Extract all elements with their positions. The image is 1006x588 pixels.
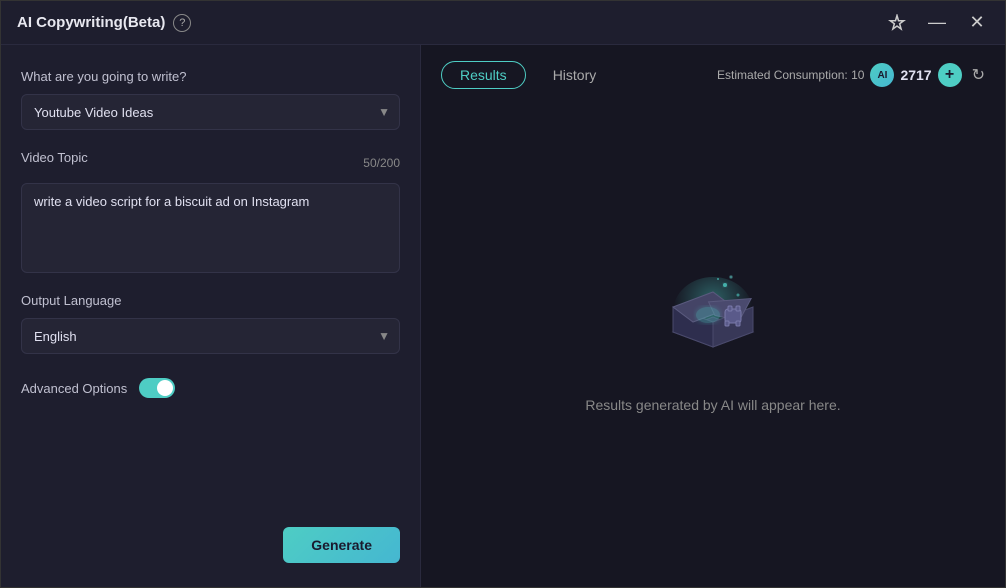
left-panel: What are you going to write? Youtube Vid… bbox=[1, 45, 421, 587]
empty-state-illustration bbox=[653, 267, 773, 377]
title-bar: AI Copywriting(Beta) ? — ✕ bbox=[1, 1, 1005, 45]
pin-button[interactable] bbox=[885, 11, 909, 35]
char-count: 50/200 bbox=[363, 156, 400, 170]
prompt-label: What are you going to write? bbox=[21, 69, 400, 84]
close-button[interactable]: ✕ bbox=[965, 11, 989, 35]
content-type-dropdown[interactable]: Youtube Video Ideas Blog Post Social Med… bbox=[21, 94, 400, 130]
language-wrapper: English Spanish French German Chinese ▼ bbox=[21, 318, 400, 354]
ai-badge: AI bbox=[870, 63, 894, 87]
add-credits-button[interactable]: + bbox=[938, 63, 962, 87]
language-dropdown[interactable]: English Spanish French German Chinese bbox=[21, 318, 400, 354]
generate-btn-wrapper: Generate bbox=[21, 507, 400, 563]
estimated-label: Estimated Consumption: 10 bbox=[717, 68, 864, 82]
generate-button[interactable]: Generate bbox=[283, 527, 400, 563]
credits-count: 2717 bbox=[900, 67, 931, 83]
advanced-options-label: Advanced Options bbox=[21, 381, 127, 396]
credits-info: Estimated Consumption: 10 AI 2717 + ↻ bbox=[717, 63, 985, 87]
results-tab[interactable]: Results bbox=[441, 61, 526, 89]
refresh-button[interactable]: ↻ bbox=[972, 65, 985, 85]
title-controls: — ✕ bbox=[885, 11, 989, 35]
video-topic-label: Video Topic bbox=[21, 150, 88, 165]
right-panel: Results History Estimated Consumption: 1… bbox=[421, 45, 1005, 587]
help-icon[interactable]: ? bbox=[173, 14, 191, 32]
content-type-wrapper: Youtube Video Ideas Blog Post Social Med… bbox=[21, 94, 400, 130]
app-window: AI Copywriting(Beta) ? — ✕ What are you … bbox=[0, 0, 1006, 588]
minimize-button[interactable]: — bbox=[925, 11, 949, 35]
video-topic-input[interactable] bbox=[21, 183, 400, 273]
title-left: AI Copywriting(Beta) ? bbox=[17, 14, 191, 32]
main-content: What are you going to write? Youtube Vid… bbox=[1, 45, 1005, 587]
empty-state: Results generated by AI will appear here… bbox=[441, 109, 985, 571]
empty-state-text: Results generated by AI will appear here… bbox=[585, 397, 840, 413]
app-title: AI Copywriting(Beta) bbox=[17, 14, 165, 31]
history-tab[interactable]: History bbox=[534, 61, 616, 89]
advanced-options-row: Advanced Options bbox=[21, 378, 400, 398]
video-topic-header: Video Topic 50/200 bbox=[21, 150, 400, 175]
advanced-options-toggle[interactable] bbox=[139, 378, 175, 398]
right-header: Results History Estimated Consumption: 1… bbox=[441, 61, 985, 89]
output-language-label: Output Language bbox=[21, 293, 400, 308]
